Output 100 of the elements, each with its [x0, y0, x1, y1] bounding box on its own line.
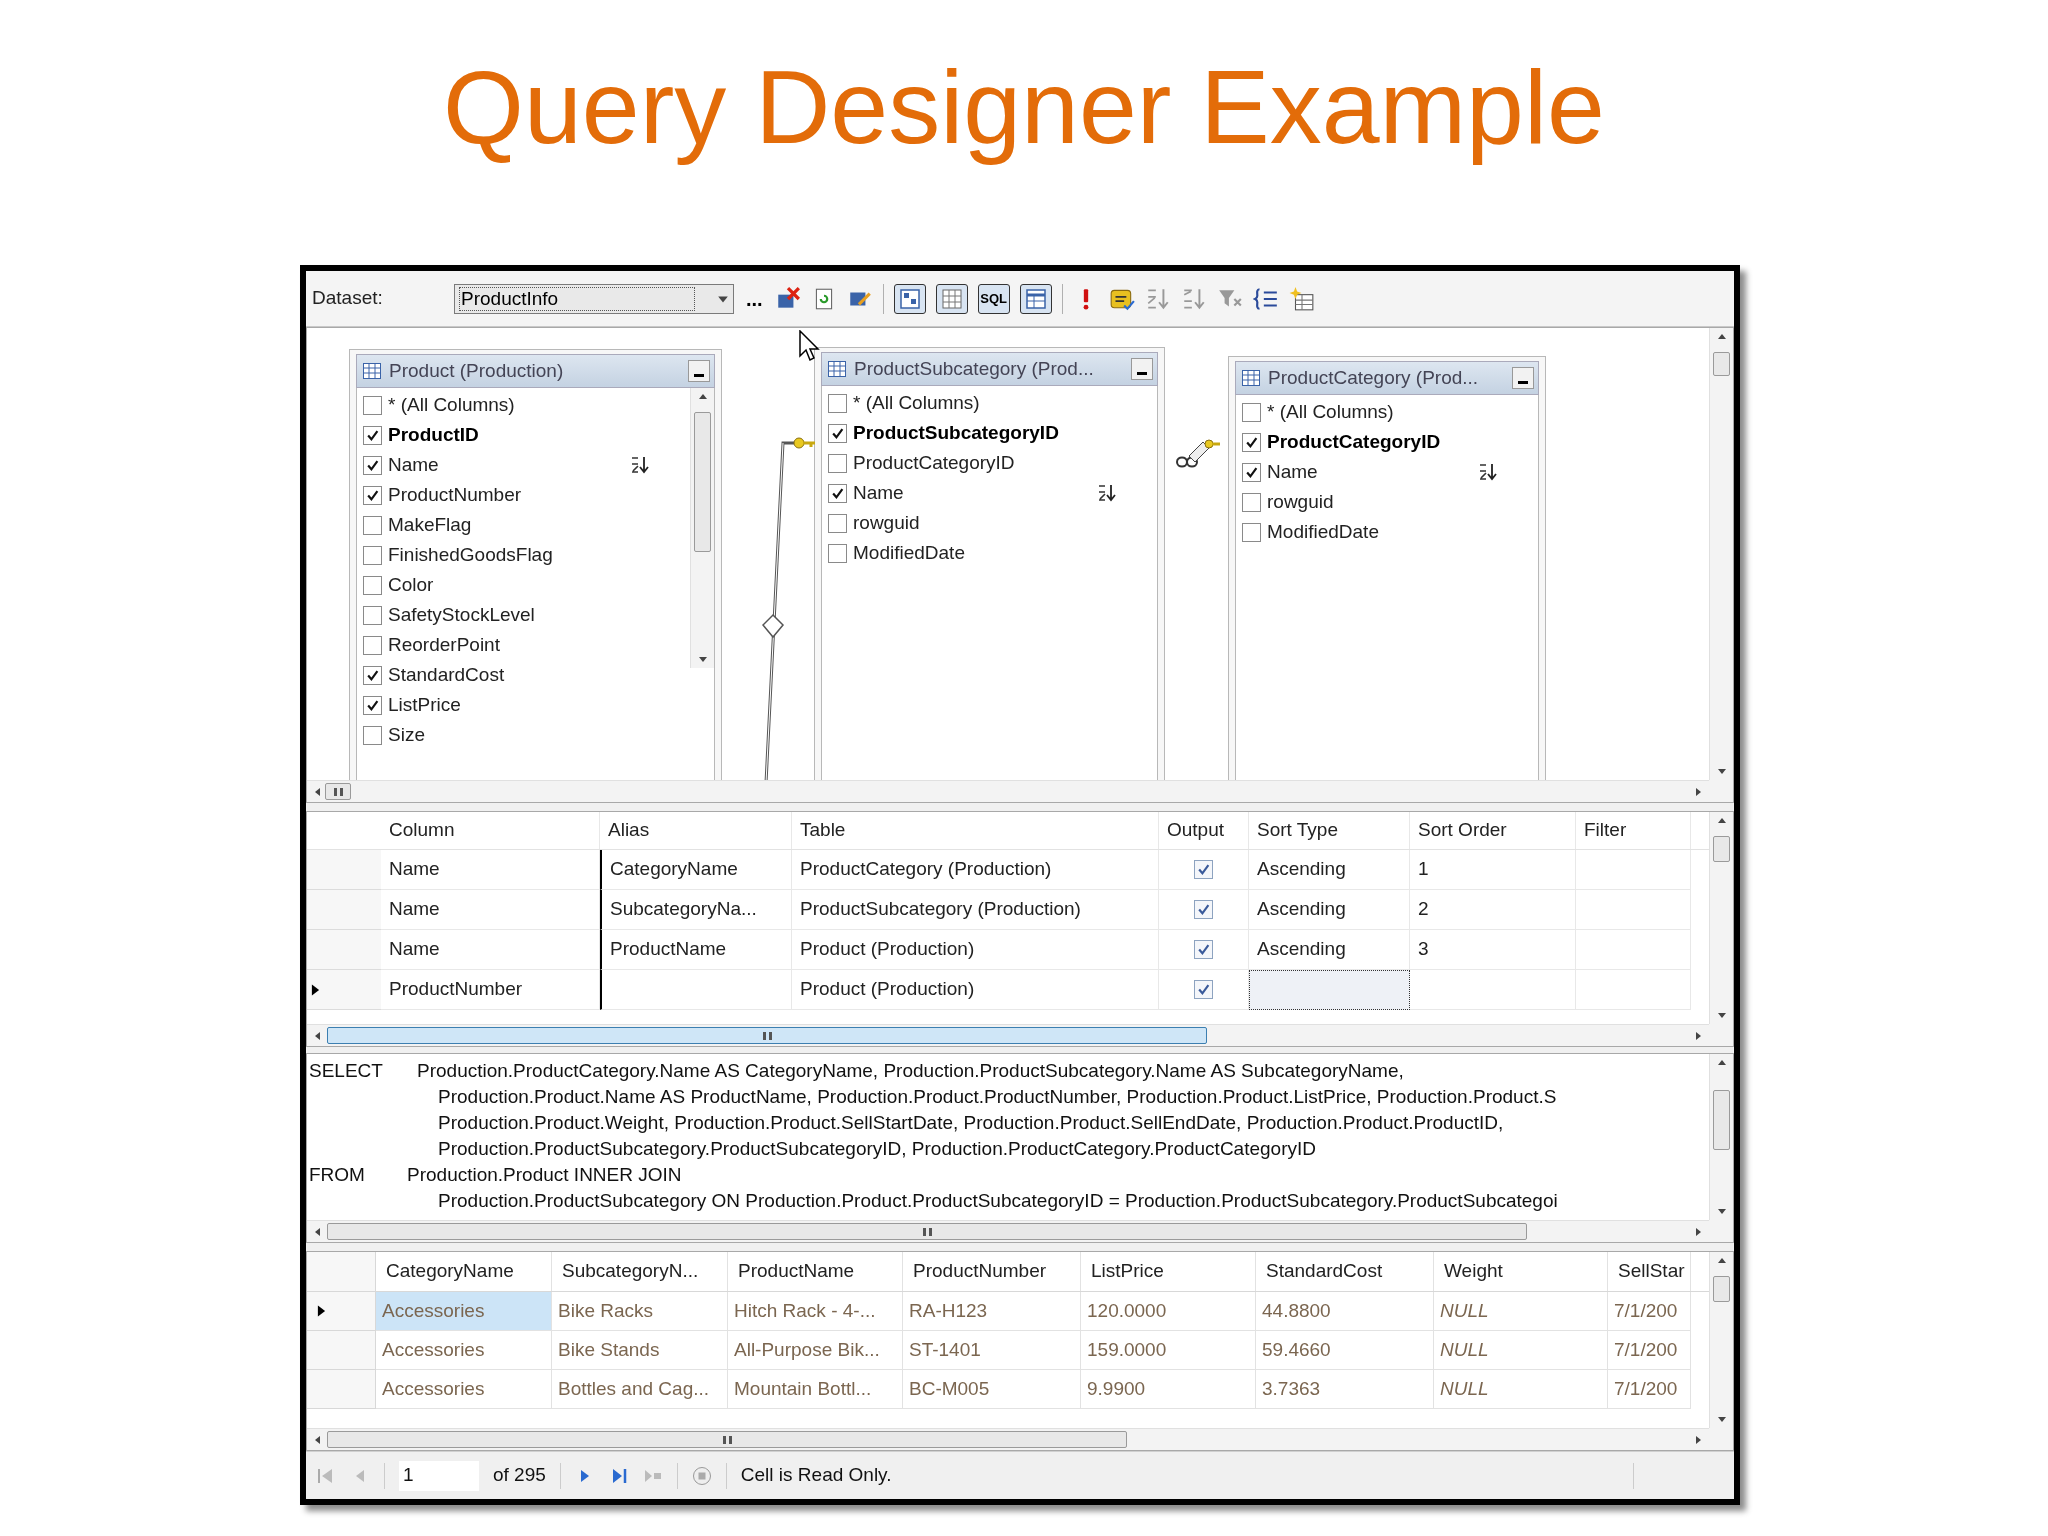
scrollbar-thumb[interactable] — [1713, 1276, 1730, 1302]
scroll-down-icon[interactable] — [1716, 766, 1727, 776]
vertical-scrollbar[interactable] — [1709, 328, 1733, 780]
column-header[interactable]: SellStar — [1608, 1252, 1691, 1291]
vertical-scrollbar[interactable] — [1709, 812, 1733, 1024]
result-cell[interactable]: 7/1/200 — [1608, 1370, 1691, 1409]
checkbox[interactable] — [828, 423, 847, 443]
grid-cell[interactable]: 2 — [1410, 890, 1576, 930]
horizontal-scrollbar[interactable] — [307, 1220, 1709, 1242]
result-cell[interactable]: BC-M005 — [903, 1370, 1081, 1409]
result-cell[interactable]: Bottles and Cag... — [552, 1370, 728, 1409]
result-cell[interactable]: 59.4660 — [1256, 1331, 1434, 1370]
grid-cell[interactable]: SubcategoryNa... — [600, 890, 792, 930]
result-cell[interactable]: Accessories — [376, 1370, 552, 1409]
grid-cell[interactable]: Name — [381, 890, 600, 930]
checkbox[interactable] — [363, 695, 382, 715]
checkbox[interactable] — [363, 635, 382, 655]
result-cell[interactable]: Accessories — [376, 1292, 552, 1331]
table-title-bar[interactable]: ProductCategory (Prod... — [1235, 361, 1539, 395]
scroll-left-icon[interactable] — [313, 786, 323, 797]
scrollbar-thumb[interactable] — [327, 1027, 1207, 1044]
results-pane-button[interactable] — [1019, 283, 1052, 314]
group-by-icon[interactable] — [1252, 285, 1279, 312]
table-card[interactable]: ProductCategory (Prod... * (All Columns) ProductCategoryID Name rowguid ModifiedDate — [1228, 356, 1546, 780]
column-header[interactable]: Table — [792, 812, 1159, 849]
vertical-scrollbar[interactable] — [1709, 1252, 1733, 1428]
sql-pane-button[interactable]: SQL — [977, 283, 1010, 314]
checkbox[interactable] — [1242, 492, 1261, 512]
minimize-button[interactable] — [1131, 358, 1153, 380]
checkbox[interactable] — [363, 455, 382, 475]
grid-cell[interactable] — [1159, 930, 1249, 970]
grid-cell[interactable]: ProductCategory (Production) — [792, 850, 1159, 890]
grid-cell[interactable]: Product (Production) — [792, 930, 1159, 970]
result-cell[interactable]: 120.0000 — [1081, 1292, 1256, 1331]
scroll-right-icon[interactable] — [1693, 1226, 1703, 1237]
checkbox[interactable] — [828, 483, 847, 503]
table-title-bar[interactable]: Product (Production) — [356, 354, 715, 388]
stop-icon[interactable] — [691, 1465, 712, 1486]
checkbox[interactable] — [363, 485, 382, 505]
vertical-scrollbar[interactable] — [690, 388, 714, 668]
column-header[interactable]: ListPrice — [1081, 1252, 1256, 1291]
scroll-right-icon[interactable] — [1693, 1030, 1703, 1041]
result-cell[interactable]: NULL — [1434, 1370, 1608, 1409]
scroll-up-icon[interactable] — [1716, 816, 1727, 826]
scroll-up-icon[interactable] — [1716, 1058, 1727, 1068]
focused-cell[interactable] — [1249, 970, 1410, 1010]
scrollbar-thumb[interactable] — [1713, 352, 1730, 376]
diagram-pane-button[interactable] — [893, 283, 926, 314]
table-card[interactable]: ProductSubcategory (Prod... * (All Columns) ProductSubcategoryID ProductCategoryID Name rowguid ModifiedDate — [814, 347, 1165, 780]
grid-cell[interactable] — [1410, 970, 1576, 1010]
checkbox[interactable] — [363, 605, 382, 625]
column-header[interactable]: CategoryName — [376, 1252, 552, 1291]
checkbox[interactable] — [828, 543, 847, 563]
column-header[interactable]: ProductNumber — [903, 1252, 1081, 1291]
result-cell[interactable]: 9.9900 — [1081, 1370, 1256, 1409]
result-cell[interactable]: 159.0000 — [1081, 1331, 1256, 1370]
grid-cell[interactable] — [600, 970, 792, 1010]
scrollbar-thumb[interactable] — [325, 783, 351, 800]
checkbox[interactable] — [363, 425, 382, 445]
grid-cell[interactable]: CategoryName — [600, 850, 792, 890]
grid-pane-button[interactable] — [935, 283, 968, 314]
grid-cell[interactable]: ProductSubcategory (Production) — [792, 890, 1159, 930]
grid-cell[interactable]: Product (Production) — [792, 970, 1159, 1010]
result-cell[interactable]: Bike Racks — [552, 1292, 728, 1331]
checkbox[interactable] — [828, 393, 847, 413]
column-header[interactable]: Sort Order — [1410, 812, 1576, 849]
result-cell[interactable]: ST-1401 — [903, 1331, 1081, 1370]
scroll-up-icon[interactable] — [1716, 1256, 1727, 1266]
scrollbar-thumb[interactable] — [327, 1431, 1127, 1448]
scroll-right-icon[interactable] — [1693, 786, 1703, 797]
checkbox[interactable] — [1194, 980, 1213, 999]
grid-cell[interactable] — [1159, 850, 1249, 890]
result-cell[interactable]: NULL — [1434, 1292, 1608, 1331]
result-cell[interactable]: Accessories — [376, 1331, 552, 1370]
scrollbar-thumb[interactable] — [694, 412, 711, 552]
result-cell[interactable]: NULL — [1434, 1331, 1608, 1370]
column-header[interactable]: Weight — [1434, 1252, 1608, 1291]
grid-cell[interactable] — [1159, 890, 1249, 930]
horizontal-scrollbar[interactable] — [307, 1024, 1709, 1046]
scroll-left-icon[interactable] — [313, 1030, 323, 1041]
grid-cell[interactable]: 1 — [1410, 850, 1576, 890]
checkbox[interactable] — [363, 725, 382, 745]
result-cell[interactable]: 3.7363 — [1256, 1370, 1434, 1409]
table-title-bar[interactable]: ProductSubcategory (Prod... — [821, 352, 1158, 386]
result-cell[interactable]: Hitch Rack - 4-... — [728, 1292, 903, 1331]
checkbox[interactable] — [1194, 940, 1213, 959]
dataset-dropdown[interactable]: ProductInfo — [454, 283, 734, 314]
checkbox[interactable] — [1194, 900, 1213, 919]
column-header[interactable]: Output — [1159, 812, 1249, 849]
record-position-field[interactable]: 1 — [399, 1460, 479, 1491]
table-card[interactable]: Product (Production) * (All Columns) ProductID Name ProductNumber MakeFlag FinishedGoodsFlag Color SafetyStockLevel ReorderPoint StandardCost ListPrice Size — [349, 349, 722, 780]
horizontal-scrollbar[interactable] — [307, 780, 1709, 802]
grid-cell[interactable]: Name — [381, 930, 600, 970]
grid-cell[interactable]: Ascending — [1249, 850, 1410, 890]
scroll-up-icon[interactable] — [697, 392, 708, 402]
column-header[interactable]: Sort Type — [1249, 812, 1410, 849]
checkbox[interactable] — [363, 395, 382, 415]
checkbox[interactable] — [363, 545, 382, 565]
scroll-down-icon[interactable] — [697, 654, 708, 664]
minimize-button[interactable] — [1512, 367, 1534, 389]
